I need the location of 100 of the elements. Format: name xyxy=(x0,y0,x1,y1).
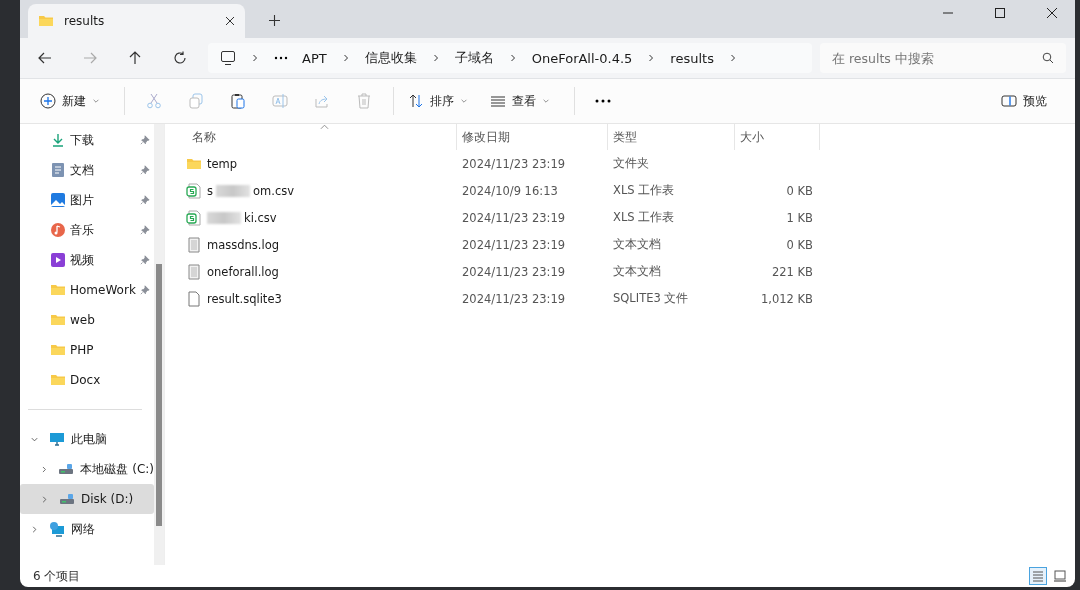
date-cell: 2024/11/23 23:19 xyxy=(462,237,566,252)
column-header[interactable]: 名称 xyxy=(165,124,457,150)
sidebar-item[interactable]: web xyxy=(20,305,140,335)
sidebar-item[interactable]: HomeWork xyxy=(20,275,140,305)
sidebar-item[interactable]: 视频 xyxy=(20,245,140,275)
sidebar-item[interactable]: 图片 xyxy=(20,185,140,215)
column-header[interactable]: 类型 xyxy=(608,124,735,150)
search-field[interactable]: 在 results 中搜索 xyxy=(820,43,1066,73)
folder-icon xyxy=(50,342,66,358)
column-header[interactable]: 大小 xyxy=(735,124,820,150)
folder-icon xyxy=(38,13,54,29)
view-button[interactable] xyxy=(1051,567,1069,585)
share-icon[interactable] xyxy=(314,93,330,109)
tree-item[interactable]: 此电脑 xyxy=(20,424,154,454)
date-cell: 2024/11/23 23:19 xyxy=(462,264,566,279)
forward-icon[interactable] xyxy=(83,51,97,65)
sidebar-item[interactable]: 下载 xyxy=(20,125,140,155)
pin-icon[interactable] xyxy=(140,225,150,235)
drive-icon xyxy=(59,491,75,507)
pin-icon[interactable] xyxy=(140,285,150,295)
sort-arrows-icon xyxy=(408,93,424,109)
sidebar-item[interactable]: 文档 xyxy=(20,155,140,185)
sidebar-item[interactable]: 音乐 xyxy=(20,215,140,245)
type-cell: 文本文档 xyxy=(613,237,661,252)
pin-icon[interactable] xyxy=(140,195,150,205)
refresh-icon[interactable] xyxy=(173,51,187,65)
spreadsheet-icon xyxy=(186,209,202,226)
preview-button[interactable]: 预览 xyxy=(995,88,1053,114)
delete-icon[interactable] xyxy=(356,93,372,109)
pin-icon[interactable] xyxy=(140,165,150,175)
file-name[interactable]: om.csv xyxy=(253,183,294,198)
file-name[interactable]: result.sqlite3 xyxy=(207,291,282,306)
type-cell: SQLITE3 文件 xyxy=(613,291,689,306)
breadcrumb-item[interactable]: 信息收集 xyxy=(364,49,417,67)
chevron-icon xyxy=(30,524,39,534)
tab-title: results xyxy=(64,14,106,28)
address-bar[interactable]: APT 信息收集 子域名 OneForAll-0.4.5 results xyxy=(208,43,812,73)
file-name[interactable]: massdns.log xyxy=(207,237,279,252)
details-icon xyxy=(1032,570,1044,582)
lines-icon xyxy=(490,93,506,109)
pin-icon[interactable] xyxy=(140,255,150,265)
more-icon[interactable] xyxy=(274,56,288,60)
folder-icon xyxy=(50,372,66,388)
new-tab-icon[interactable] xyxy=(269,15,280,26)
sort-caret-icon xyxy=(320,124,329,130)
search-icon xyxy=(1042,52,1054,64)
text-file-icon xyxy=(186,263,202,280)
size-cell: 1,012 KB xyxy=(761,291,813,306)
paste-icon[interactable] xyxy=(230,93,246,109)
pin-icon[interactable] xyxy=(140,135,150,145)
size-cell: 0 KB xyxy=(786,237,813,252)
breadcrumb-item[interactable]: APT xyxy=(302,50,327,66)
sidebar-item[interactable]: Docx xyxy=(20,365,140,395)
up-icon[interactable] xyxy=(128,51,142,65)
monitor-icon xyxy=(220,50,236,66)
file-name[interactable]: ki.csv xyxy=(244,210,277,225)
caret-icon xyxy=(92,97,100,105)
file-icon xyxy=(186,290,202,307)
back-icon[interactable] xyxy=(38,51,52,65)
view-button[interactable] xyxy=(1029,567,1047,585)
tree-item[interactable]: Disk (D:) xyxy=(20,484,154,514)
tree-item[interactable]: 网络 xyxy=(20,514,154,544)
document-icon xyxy=(50,162,66,178)
size-cell: 0 KB xyxy=(786,183,813,198)
new-button[interactable]: 新建 xyxy=(34,88,106,114)
breadcrumb-item[interactable]: results xyxy=(670,50,714,66)
caret-icon xyxy=(460,97,468,105)
folder-icon xyxy=(50,312,66,328)
type-cell: XLS 工作表 xyxy=(613,210,675,225)
scrollbar-thumb[interactable] xyxy=(156,264,162,526)
file-name[interactable]: temp xyxy=(207,156,238,171)
tab[interactable]: results xyxy=(28,4,245,38)
chevron-icon xyxy=(40,494,49,504)
drive-icon xyxy=(58,461,75,477)
breadcrumb-item[interactable]: 子域名 xyxy=(454,49,494,67)
file-name[interactable]: oneforall.log xyxy=(207,264,279,279)
caret-icon xyxy=(542,97,550,105)
column-header[interactable]: 修改日期 xyxy=(457,124,608,150)
close-tab-icon[interactable] xyxy=(225,16,235,26)
folder-icon xyxy=(50,282,66,298)
view-button[interactable]: 查看 xyxy=(484,88,556,114)
network-icon xyxy=(49,521,65,537)
tiles-icon xyxy=(1054,570,1066,582)
tree-item[interactable]: 本地磁盘 (C:) xyxy=(20,454,154,484)
sort-button[interactable]: 排序 xyxy=(402,88,474,114)
file-name[interactable]: s xyxy=(207,183,213,198)
type-cell: XLS 工作表 xyxy=(613,183,675,198)
date-cell: 2024/11/23 23:19 xyxy=(462,291,566,306)
close-icon[interactable] xyxy=(1047,8,1057,18)
size-cell: 221 KB xyxy=(771,264,813,279)
sidebar-item[interactable]: PHP xyxy=(20,335,140,365)
computer-icon xyxy=(49,431,65,447)
maximize-icon[interactable] xyxy=(995,8,1005,18)
chevron-icon xyxy=(250,53,260,63)
chevron-icon xyxy=(40,464,49,474)
music-icon xyxy=(50,222,66,238)
item-count: 6 个项目 xyxy=(33,567,81,585)
preview-pane-icon xyxy=(1001,93,1017,109)
breadcrumb-item[interactable]: OneForAll-0.4.5 xyxy=(531,50,633,66)
cut-icon[interactable] xyxy=(146,93,162,109)
